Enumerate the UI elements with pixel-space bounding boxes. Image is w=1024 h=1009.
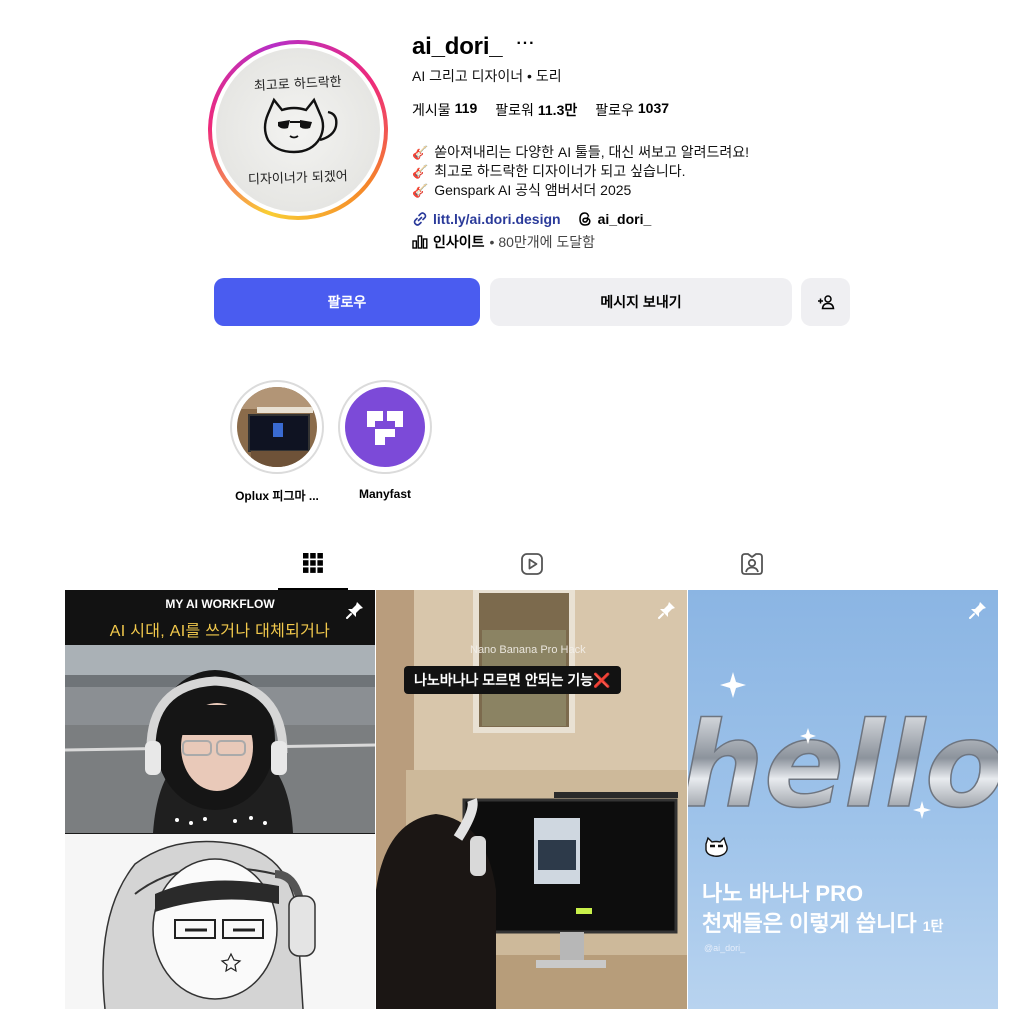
- profile-subtitle: AI 그리고 디자이너 • 도리: [412, 68, 562, 84]
- highlight-ring: [230, 380, 324, 474]
- post-illustration: [65, 834, 375, 1009]
- post-banner-subtitle: AI 시대, AI를 쓰거나 대체되거나: [109, 623, 331, 640]
- link-icon: [413, 212, 427, 226]
- insights-label: 인사이트: [433, 234, 485, 250]
- stat-label: 게시물: [412, 102, 451, 118]
- tagged-person-icon: [741, 553, 763, 575]
- threads-icon: [578, 212, 591, 226]
- username-row: ai_dori_ ···: [412, 32, 535, 62]
- pin-icon: [346, 602, 363, 619]
- post-subheadline-text: 천재들은 이렇게 씁니다: [702, 911, 917, 936]
- post-art-word: hello: [688, 696, 998, 834]
- post-tile[interactable]: Nano Banana Pro Hack 나노바나나 모르면 안되는 기능❌: [376, 590, 687, 1009]
- stat-value: 1037: [637, 100, 670, 116]
- stat-value: 119: [454, 100, 478, 116]
- insights-detail: • 80만개에 도달함: [489, 234, 596, 250]
- post-banner: MY AI WORKFLOW AI 시대, AI를 쓰거나 대체되거나: [65, 590, 375, 645]
- highlight-ring: [338, 380, 432, 474]
- grid-icon: [303, 553, 323, 573]
- highlight-thumbnail: [237, 387, 317, 467]
- post-episode: 1탄: [922, 918, 944, 934]
- threads-link[interactable]: ai_dori_: [577, 211, 652, 227]
- bio-line: 🎸 Genspark AI 공식 앰버서더 2025: [412, 181, 749, 200]
- message-button[interactable]: 메시지 보내기: [490, 278, 792, 326]
- add-person-icon: [817, 295, 834, 310]
- avatar-text-top: 최고로 하드락한: [254, 75, 343, 95]
- post-handle: @ai_dori_: [704, 943, 746, 953]
- tab-reels[interactable]: [497, 548, 567, 590]
- highlight-label: Manyfast: [358, 487, 411, 501]
- avatar-text-bottom: 디자이너가 되겠어: [248, 169, 348, 187]
- bio-line: 🎸 쏟아져내리는 다양한 AI 툴들, 대신 써보고 알려드려요!: [412, 143, 749, 162]
- guitar-icon: 🎸: [412, 145, 429, 160]
- bio-line: 🎸 최고로 하드락한 디자이너가 되고 싶습니다.: [412, 162, 749, 181]
- post-subheadline: 천재들은 이렇게 씁니다 1탄: [702, 906, 943, 938]
- post-headline: 나노 바나나 PRO: [702, 881, 864, 906]
- post-small-title: Nano Banana Pro Hack: [470, 644, 586, 656]
- profile-links: litt.ly/ai.dori.design ai_dori_: [412, 211, 651, 227]
- bio-text: 쏟아져내리는 다양한 AI 툴들, 대신 써보고 알려드려요!: [434, 144, 750, 160]
- pin-icon: [658, 602, 675, 619]
- post-photo: [65, 645, 375, 833]
- profile-bio: 🎸 쏟아져내리는 다양한 AI 툴들, 대신 써보고 알려드려요! 🎸 최고로 …: [412, 143, 749, 200]
- insights-chart-icon: [412, 235, 428, 249]
- stat-following[interactable]: 팔로우 1037: [595, 100, 669, 120]
- tab-posts[interactable]: [278, 548, 348, 590]
- highlight-label: Oplux 피그마 ...: [235, 489, 319, 503]
- cat-logo-icon: [705, 836, 728, 857]
- highlight-item[interactable]: Manyfast: [337, 380, 433, 501]
- more-options-icon[interactable]: ···: [516, 35, 535, 53]
- post-artwork: hello: [688, 672, 998, 835]
- post-tile[interactable]: MY AI WORKFLOW AI 시대, AI를 쓰거나 대체되거나: [65, 590, 375, 1009]
- guitar-icon: 🎸: [412, 183, 429, 198]
- highlight-item[interactable]: Oplux 피그마 ...: [229, 380, 325, 504]
- profile-tabs: [0, 540, 1024, 590]
- username: ai_dori_: [412, 33, 503, 60]
- highlight-thumbnail: [345, 387, 425, 467]
- bio-text: 최고로 하드락한 디자이너가 되고 싶습니다.: [434, 163, 686, 179]
- tab-tagged[interactable]: [717, 548, 787, 590]
- profile-stats: 게시물 119 팔로워 11.3만 팔로우 1037: [412, 100, 669, 120]
- follow-button[interactable]: 팔로우: [214, 278, 480, 326]
- stat-followers[interactable]: 팔로워 11.3만: [495, 100, 577, 120]
- post-banner-title: MY AI WORKFLOW: [165, 597, 275, 611]
- insights-row[interactable]: 인사이트 • 80만개에 도달함: [412, 232, 595, 252]
- pin-icon: [969, 602, 986, 619]
- suggest-users-button[interactable]: [801, 278, 850, 326]
- profile-avatar[interactable]: 최고로 하드락한 디자이너가 되겠어: [208, 40, 388, 220]
- guitar-icon: 🎸: [412, 164, 429, 179]
- stat-value: 11.3만: [537, 102, 578, 118]
- stat-label: 팔로워: [495, 102, 534, 118]
- link-text: litt.ly/ai.dori.design: [433, 211, 561, 227]
- stat-label: 팔로우: [595, 102, 634, 118]
- threads-handle: ai_dori_: [597, 211, 652, 227]
- post-tile[interactable]: hello 나노 바나나 PRO 천재들은 이렇게 씁니다 1탄 @ai_dor…: [688, 590, 998, 1009]
- post-caption-tag: 나노바나나 모르면 안되는 기능❌: [404, 666, 621, 694]
- avatar-border: 최고로 하드락한 디자이너가 되겠어: [212, 44, 384, 216]
- stat-posts: 게시물 119: [412, 100, 477, 120]
- avatar-image: 최고로 하드락한 디자이너가 되겠어: [216, 48, 380, 212]
- external-link[interactable]: litt.ly/ai.dori.design: [412, 211, 561, 227]
- reels-icon: [521, 553, 543, 575]
- bio-text: Genspark AI 공식 앰버서더 2025: [434, 182, 632, 198]
